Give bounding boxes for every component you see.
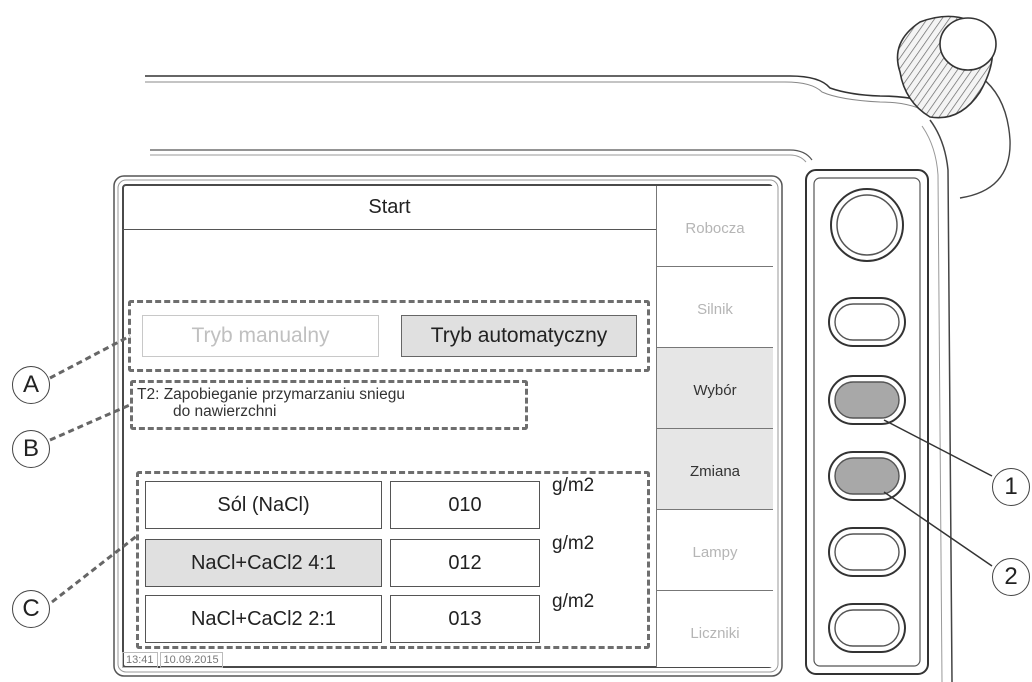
callout-b: B [12,430,50,468]
callout-1: 1 [992,468,1030,506]
callout-2: 2 [992,558,1030,596]
callout-a: A [12,366,50,404]
callout-leaders [49,334,993,604]
callout-c: C [12,590,50,628]
